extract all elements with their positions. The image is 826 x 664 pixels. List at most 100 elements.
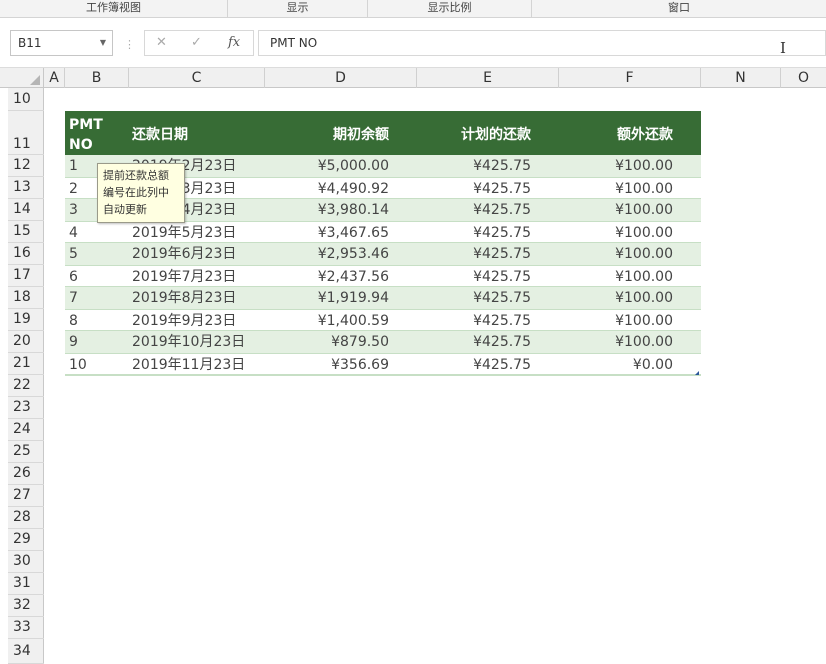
cell-pmt-no[interactable]: 10 <box>69 354 87 376</box>
table-row[interactable]: 4 2019年5月23日 ¥3,467.65 ¥425.75 ¥100.00 <box>65 221 701 243</box>
cell-pmt-no[interactable]: 6 <box>69 266 78 288</box>
cell-opening[interactable]: ¥356.69 <box>331 354 389 376</box>
header-pmt-no[interactable]: PMT NO <box>69 115 129 159</box>
row-header[interactable]: 14 <box>8 199 44 221</box>
row-header[interactable]: 11 <box>8 111 44 155</box>
row-header[interactable]: 31 <box>8 573 44 595</box>
cell-scheduled[interactable]: ¥425.75 <box>473 331 531 353</box>
formula-buttons: ✕ ✓ fx <box>144 30 254 56</box>
cell-pmt-no[interactable]: 9 <box>69 331 78 353</box>
row-header[interactable]: 13 <box>8 177 44 199</box>
row-header[interactable]: 17 <box>8 265 44 287</box>
cell-extra[interactable]: ¥100.00 <box>615 310 673 332</box>
cell-scheduled[interactable]: ¥425.75 <box>473 266 531 288</box>
row-header[interactable]: 24 <box>8 419 44 441</box>
cell-scheduled[interactable]: ¥425.75 <box>473 310 531 332</box>
select-all-button[interactable] <box>8 68 44 88</box>
cell-opening[interactable]: ¥879.50 <box>331 331 389 353</box>
cell-pmt-no[interactable]: 7 <box>69 287 78 309</box>
cell-extra[interactable]: ¥100.00 <box>615 331 673 353</box>
row-header[interactable]: 25 <box>8 441 44 463</box>
cell-pmt-no[interactable]: 8 <box>69 310 78 332</box>
cell-scheduled[interactable]: ¥425.75 <box>473 354 531 376</box>
column-header-e[interactable]: E <box>417 68 559 88</box>
row-header[interactable]: 22 <box>8 375 44 397</box>
table-row[interactable]: 8 2019年9月23日 ¥1,400.59 ¥425.75 ¥100.00 <box>65 309 701 331</box>
table-row[interactable]: 6 2019年7月23日 ¥2,437.56 ¥425.75 ¥100.00 <box>65 265 701 287</box>
row-header[interactable]: 23 <box>8 397 44 419</box>
column-header-o[interactable]: O <box>781 68 826 88</box>
cell-extra[interactable]: ¥100.00 <box>615 222 673 244</box>
chevron-down-icon[interactable]: ▼ <box>100 31 106 55</box>
cell-date[interactable]: 2019年6月23日 <box>132 243 236 265</box>
cell-opening[interactable]: ¥5,000.00 <box>318 155 389 177</box>
cell-scheduled[interactable]: ¥425.75 <box>473 243 531 265</box>
cell-extra[interactable]: ¥100.00 <box>615 287 673 309</box>
cell-scheduled[interactable]: ¥425.75 <box>473 155 531 177</box>
cell-extra[interactable]: ¥100.00 <box>615 178 673 200</box>
column-header-a[interactable]: A <box>44 68 65 88</box>
row-header[interactable]: 30 <box>8 551 44 573</box>
cell-pmt-no[interactable]: 5 <box>69 243 78 265</box>
row-header[interactable]: 21 <box>8 353 44 375</box>
cell-date[interactable]: 2019年8月23日 <box>132 287 236 309</box>
column-header-f[interactable]: F <box>559 68 701 88</box>
cell-extra[interactable]: ¥0.00 <box>633 354 673 376</box>
row-header[interactable]: 27 <box>8 485 44 507</box>
cell-extra[interactable]: ¥100.00 <box>615 243 673 265</box>
row-header[interactable]: 18 <box>8 287 44 309</box>
row-header[interactable]: 26 <box>8 463 44 485</box>
cell-date[interactable]: 2019年7月23日 <box>132 266 236 288</box>
cell-opening[interactable]: ¥1,919.94 <box>318 287 389 309</box>
row-header[interactable]: 12 <box>8 155 44 177</box>
cell-opening[interactable]: ¥2,437.56 <box>318 266 389 288</box>
cell-opening[interactable]: ¥3,467.65 <box>318 222 389 244</box>
cell-pmt-no[interactable]: 1 <box>69 155 78 177</box>
cell-pmt-no[interactable]: 2 <box>69 178 78 200</box>
table-row[interactable]: 9 2019年10月23日 ¥879.50 ¥425.75 ¥100.00 <box>65 331 701 353</box>
table-row[interactable]: 5 2019年6月23日 ¥2,953.46 ¥425.75 ¥100.00 <box>65 243 701 265</box>
cell-extra[interactable]: ¥100.00 <box>615 199 673 221</box>
sheet-grid[interactable]: PMT NO 还款日期 期初余额 计划的还款 额外还款 1 2019年2月23日… <box>44 88 826 664</box>
row-header[interactable]: 29 <box>8 529 44 551</box>
formula-bar-grip-icon[interactable]: ⋮ <box>124 38 135 51</box>
cell-extra[interactable]: ¥100.00 <box>615 155 673 177</box>
cell-scheduled[interactable]: ¥425.75 <box>473 178 531 200</box>
cell-opening[interactable]: ¥1,400.59 <box>318 310 389 332</box>
row-header[interactable]: 20 <box>8 331 44 353</box>
cell-opening[interactable]: ¥2,953.46 <box>318 243 389 265</box>
cell-date[interactable]: 2019年5月23日 <box>132 222 236 244</box>
cell-scheduled[interactable]: ¥425.75 <box>473 199 531 221</box>
row-header[interactable]: 19 <box>8 309 44 331</box>
cell-pmt-no[interactable]: 3 <box>69 199 78 221</box>
cell-opening[interactable]: ¥3,980.14 <box>318 199 389 221</box>
cell-opening[interactable]: ¥4,490.92 <box>318 178 389 200</box>
column-header-d[interactable]: D <box>265 68 417 88</box>
cell-date[interactable]: 2019年11月23日 <box>132 354 245 376</box>
row-header[interactable]: 10 <box>8 88 44 111</box>
column-header-c[interactable]: C <box>129 68 265 88</box>
cell-date[interactable]: 2019年10月23日 <box>132 331 245 353</box>
formula-input[interactable]: PMT NO <box>258 30 826 56</box>
row-header[interactable]: 34 <box>8 639 44 664</box>
cell-extra[interactable]: ¥100.00 <box>615 266 673 288</box>
table-row[interactable]: 7 2019年8月23日 ¥1,919.94 ¥425.75 ¥100.00 <box>65 287 701 309</box>
table-row[interactable]: 10 2019年11月23日 ¥356.69 ¥425.75 ¥0.00 <box>65 353 701 375</box>
enter-icon[interactable]: ✓ <box>191 35 202 50</box>
row-header[interactable]: 33 <box>8 617 44 639</box>
cell-date[interactable]: 2019年9月23日 <box>132 310 236 332</box>
column-header-n[interactable]: N <box>701 68 781 88</box>
cell-scheduled[interactable]: ¥425.75 <box>473 222 531 244</box>
name-box[interactable]: B11 ▼ <box>10 30 113 56</box>
row-header[interactable]: 15 <box>8 221 44 243</box>
column-header-b[interactable]: B <box>65 68 129 88</box>
row-header[interactable]: 16 <box>8 243 44 265</box>
row-header[interactable]: 32 <box>8 595 44 617</box>
cell-scheduled[interactable]: ¥425.75 <box>473 287 531 309</box>
cell-pmt-no[interactable]: 4 <box>69 222 78 244</box>
row-header[interactable]: 28 <box>8 507 44 529</box>
cancel-icon[interactable]: ✕ <box>156 35 167 50</box>
table-resize-handle[interactable] <box>695 371 699 375</box>
formula-bar: B11 ▼ ⋮ ✕ ✓ fx PMT NO I <box>0 18 826 67</box>
insert-function-icon[interactable]: fx <box>228 35 240 50</box>
